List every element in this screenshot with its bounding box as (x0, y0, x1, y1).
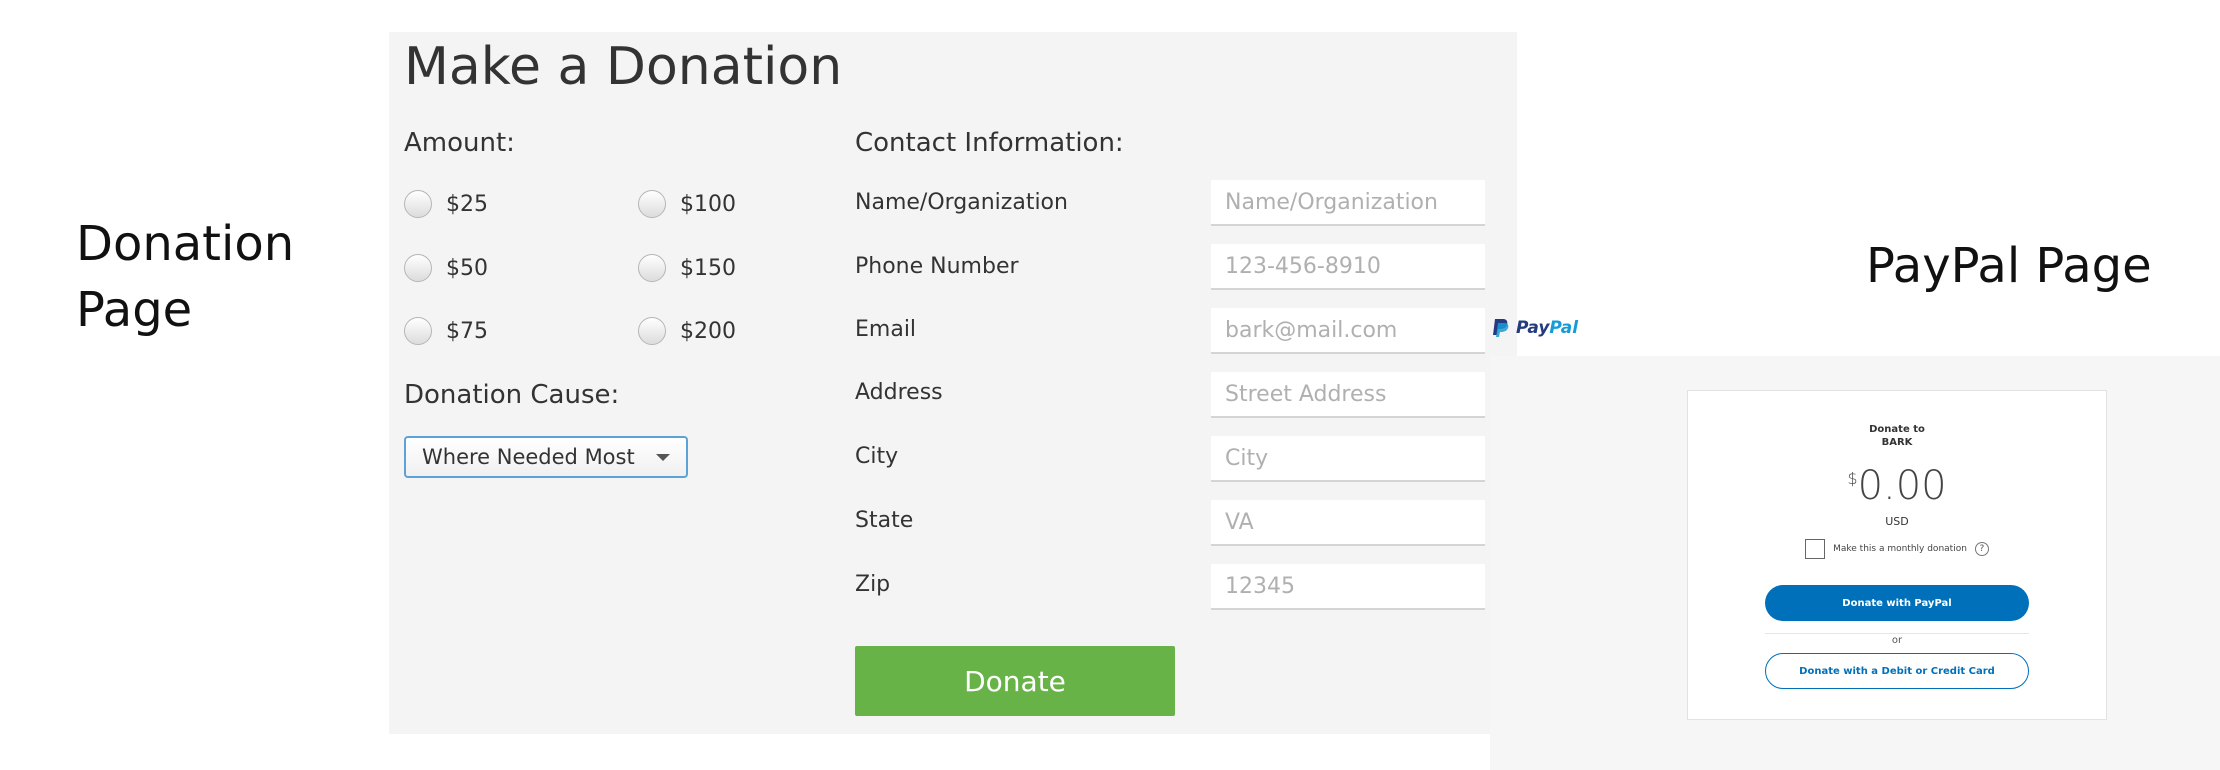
radio-button[interactable] (404, 190, 432, 218)
divider (1765, 633, 2029, 634)
email-field-label: Email (855, 317, 917, 342)
donation-cause-select[interactable]: Where Needed Most (404, 436, 688, 478)
monthly-donation-checkbox[interactable] (1805, 539, 1826, 559)
amount-option-50[interactable]: $50 (404, 254, 488, 282)
donate-to-label: Donate to (1869, 424, 1925, 435)
amount-option-label: $100 (680, 191, 736, 217)
donation-page-caption: Donation Page (76, 211, 294, 343)
address-field[interactable] (1211, 372, 1485, 418)
city-field[interactable] (1211, 436, 1485, 482)
donation-form-panel: Make a Donation Amount: $25 $100 $50 $15… (389, 32, 1517, 734)
donation-page-caption-line1: Donation (76, 216, 295, 272)
radio-button[interactable] (404, 254, 432, 282)
amount-option-label: $200 (680, 318, 736, 344)
paypal-page-caption: PayPal Page (1866, 238, 2152, 294)
currency-symbol: $ (1847, 469, 1858, 488)
amount-option-label: $150 (680, 255, 736, 281)
currency-code: USD (1885, 515, 1909, 528)
state-field-label: State (855, 508, 914, 533)
donation-page-caption-line2: Page (76, 282, 193, 338)
email-field[interactable] (1211, 308, 1485, 354)
donate-with-card-button[interactable]: Donate with a Debit or Credit Card (1765, 653, 2029, 689)
phone-field[interactable] (1211, 244, 1485, 290)
address-field-label: Address (855, 380, 943, 405)
donation-cause-value: Where Needed Most (422, 445, 635, 469)
amount-option-label: $25 (446, 191, 488, 217)
monthly-donation-row: Make this a monthly donation ? (1688, 539, 2106, 559)
radio-button[interactable] (638, 254, 666, 282)
amount-option-25[interactable]: $25 (404, 190, 488, 218)
or-separator: or (1891, 635, 1903, 646)
name-field-label: Name/Organization (855, 190, 1068, 215)
help-icon[interactable]: ? (1974, 542, 1989, 556)
city-field-label: City (855, 444, 899, 469)
amount-option-label: $50 (446, 255, 488, 281)
donate-to-text: Donate to BARK (1688, 423, 2106, 449)
donation-amount: $0.00 (1688, 463, 2106, 509)
phone-field-label: Phone Number (855, 254, 1019, 279)
paypal-wordmark-pal: Pal (1549, 318, 1579, 338)
recipient-name: BARK (1881, 437, 1913, 448)
monthly-donation-label: Make this a monthly donation (1833, 544, 1967, 554)
amount-value: 0.00 (1857, 463, 1947, 509)
zip-field-label: Zip (855, 572, 891, 597)
amount-option-100[interactable]: $100 (638, 190, 736, 218)
zip-field[interactable] (1211, 564, 1485, 610)
amount-option-200[interactable]: $200 (638, 317, 736, 345)
amount-label: Amount: (404, 128, 515, 158)
paypal-brand: PayPal (1492, 318, 1578, 338)
amount-option-75[interactable]: $75 (404, 317, 488, 345)
donation-cause-label: Donation Cause: (404, 380, 620, 410)
name-field[interactable] (1211, 180, 1485, 226)
radio-button[interactable] (638, 190, 666, 218)
form-title: Make a Donation (404, 37, 843, 97)
contact-info-label: Contact Information: (855, 128, 1124, 158)
donate-with-paypal-button[interactable]: Donate with PayPal (1765, 585, 2029, 621)
donate-button[interactable]: Donate (855, 646, 1175, 716)
radio-button[interactable] (638, 317, 666, 345)
chevron-down-icon (656, 453, 670, 461)
amount-option-150[interactable]: $150 (638, 254, 736, 282)
paypal-donate-card: Donate to BARK $0.00 USD Make this a mon… (1687, 390, 2107, 720)
radio-button[interactable] (404, 317, 432, 345)
paypal-wordmark-pay: Pay (1516, 318, 1550, 338)
state-field[interactable] (1211, 500, 1485, 546)
amount-option-label: $75 (446, 318, 488, 344)
paypal-logo-icon (1492, 318, 1510, 338)
paypal-wordmark: PayPal (1516, 318, 1578, 338)
